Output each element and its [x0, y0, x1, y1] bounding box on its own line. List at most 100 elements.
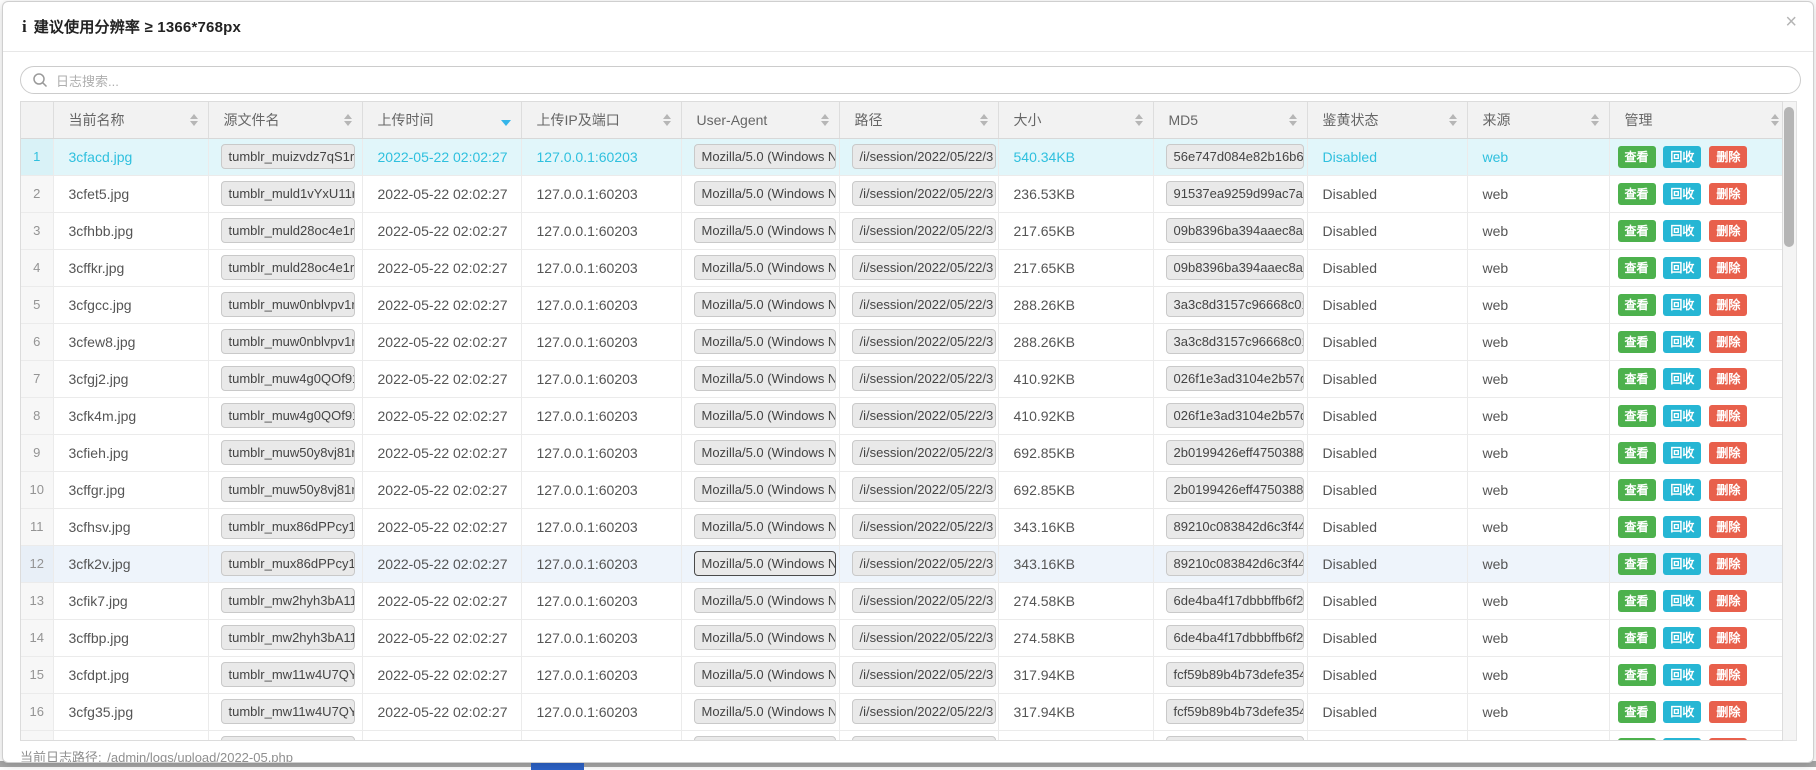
column-header[interactable]: 鉴黄状态: [1307, 102, 1467, 138]
recycle-button[interactable]: 回收: [1663, 627, 1701, 649]
file-path-box[interactable]: /i/session/2022/05/22/3: [852, 329, 996, 354]
source-file-box[interactable]: [221, 736, 355, 741]
scrollbar-thumb[interactable]: [1784, 107, 1794, 247]
file-path-box[interactable]: [852, 736, 996, 741]
delete-button[interactable]: 删除: [1709, 664, 1747, 686]
sort-icon[interactable]: [980, 114, 988, 126]
source-file-box[interactable]: tumblr_mw2hyh3bA11r: [221, 588, 355, 613]
delete-button[interactable]: 删除: [1709, 368, 1747, 390]
file-path-box[interactable]: /i/session/2022/05/22/3: [852, 625, 996, 650]
md5-box[interactable]: 2b0199426eff4750388: [1166, 477, 1304, 502]
table-row[interactable]: 15 3cfdpt.jpg tumblr_mw11w4U7QY1 2022-05…: [21, 656, 1783, 693]
md5-box[interactable]: 026f1e3ad3104e2b57d: [1166, 403, 1304, 428]
table-row[interactable]: 13 3cfik7.jpg tumblr_mw2hyh3bA11r 2022-0…: [21, 582, 1783, 619]
md5-box[interactable]: 56e747d084e82b16b67: [1166, 144, 1304, 169]
user-agent-box[interactable]: Mozilla/5.0 (Windows N: [694, 662, 836, 687]
sort-icon[interactable]: [1135, 114, 1143, 126]
view-button[interactable]: 查看: [1618, 368, 1656, 390]
delete-button[interactable]: 删除: [1709, 146, 1747, 168]
table-scrollbar[interactable]: [1783, 101, 1797, 741]
file-path-box[interactable]: /i/session/2022/05/22/3: [852, 551, 996, 576]
file-path-box[interactable]: /i/session/2022/05/22/3: [852, 292, 996, 317]
view-button[interactable]: 查看: [1618, 627, 1656, 649]
md5-box[interactable]: [1166, 736, 1304, 741]
source-file-box[interactable]: tumblr_muw50y8vj81r2: [221, 477, 355, 502]
file-path-box[interactable]: /i/session/2022/05/22/3: [852, 662, 996, 687]
table-row[interactable]: 11 3cfhsv.jpg tumblr_mux86dPPcy1r 2022-0…: [21, 508, 1783, 545]
column-header[interactable]: 当前名称: [53, 102, 208, 138]
recycle-button[interactable]: 回收: [1663, 257, 1701, 279]
sort-icon[interactable]: [344, 114, 352, 126]
delete-button[interactable]: 删除: [1709, 257, 1747, 279]
source-file-box[interactable]: tumblr_muw4g0QOf91r: [221, 366, 355, 391]
md5-box[interactable]: 89210c083842d6c3f44: [1166, 514, 1304, 539]
sort-icon[interactable]: [1449, 114, 1457, 126]
recycle-button[interactable]: 回收: [1663, 220, 1701, 242]
delete-button[interactable]: 删除: [1709, 183, 1747, 205]
md5-box[interactable]: 6de4ba4f17dbbbffb6f2: [1166, 588, 1304, 613]
md5-box[interactable]: 3a3c8d3157c96668c01: [1166, 292, 1304, 317]
file-path-box[interactable]: /i/session/2022/05/22/3: [852, 144, 996, 169]
table-row[interactable]: 8 3cfk4m.jpg tumblr_muw4g0QOf91r 2022-05…: [21, 397, 1783, 434]
source-file-box[interactable]: tumblr_mw11w4U7QY1: [221, 699, 355, 724]
delete-button[interactable]: 删除: [1709, 442, 1747, 464]
md5-box[interactable]: 09b8396ba394aaec8a8: [1166, 218, 1304, 243]
column-header[interactable]: MD5: [1153, 102, 1307, 138]
delete-button[interactable]: 删除: [1709, 627, 1747, 649]
delete-button[interactable]: 删除: [1709, 738, 1747, 742]
view-button[interactable]: 查看: [1618, 294, 1656, 316]
table-row[interactable]: 12 3cfk2v.jpg tumblr_mux86dPPcy1r 2022-0…: [21, 545, 1783, 582]
view-button[interactable]: 查看: [1618, 220, 1656, 242]
view-button[interactable]: 查看: [1618, 516, 1656, 538]
source-file-box[interactable]: tumblr_muw0nblvpv1r2: [221, 329, 355, 354]
file-path-box[interactable]: /i/session/2022/05/22/3: [852, 477, 996, 502]
table-row[interactable]: 7 3cfgj2.jpg tumblr_muw4g0QOf91r 2022-05…: [21, 360, 1783, 397]
source-file-box[interactable]: tumblr_mw2hyh3bA11r: [221, 625, 355, 650]
md5-box[interactable]: 91537ea9259d99ac7a1: [1166, 181, 1304, 206]
view-button[interactable]: 查看: [1618, 257, 1656, 279]
table-row[interactable]: 14 3cffbp.jpg tumblr_mw2hyh3bA11r 2022-0…: [21, 619, 1783, 656]
table-row[interactable]: 4 3cffkr.jpg tumblr_muld28oc4e1r2 2022-0…: [21, 249, 1783, 286]
file-path-box[interactable]: /i/session/2022/05/22/3: [852, 403, 996, 428]
view-button[interactable]: 查看: [1618, 664, 1656, 686]
table-row[interactable]: 查看 回收 删除: [21, 730, 1783, 741]
table-row[interactable]: 9 3cfieh.jpg tumblr_muw50y8vj81r2 2022-0…: [21, 434, 1783, 471]
delete-button[interactable]: 删除: [1709, 516, 1747, 538]
table-row[interactable]: 10 3cffgr.jpg tumblr_muw50y8vj81r2 2022-…: [21, 471, 1783, 508]
source-file-box[interactable]: tumblr_muw4g0QOf91r: [221, 403, 355, 428]
view-button[interactable]: 查看: [1618, 405, 1656, 427]
delete-button[interactable]: 删除: [1709, 220, 1747, 242]
recycle-button[interactable]: 回收: [1663, 553, 1701, 575]
recycle-button[interactable]: 回收: [1663, 442, 1701, 464]
user-agent-box[interactable]: Mozilla/5.0 (Windows N: [694, 699, 836, 724]
view-button[interactable]: 查看: [1618, 183, 1656, 205]
recycle-button[interactable]: 回收: [1663, 738, 1701, 742]
file-path-box[interactable]: /i/session/2022/05/22/3: [852, 181, 996, 206]
view-button[interactable]: 查看: [1618, 738, 1656, 742]
delete-button[interactable]: 删除: [1709, 479, 1747, 501]
file-path-box[interactable]: /i/session/2022/05/22/3: [852, 255, 996, 280]
user-agent-box[interactable]: Mozilla/5.0 (Windows N: [694, 181, 836, 206]
table-row[interactable]: 5 3cfgcc.jpg tumblr_muw0nblvpv1r2 2022-0…: [21, 286, 1783, 323]
delete-button[interactable]: 删除: [1709, 590, 1747, 612]
sort-icon[interactable]: [190, 114, 198, 126]
file-path-box[interactable]: /i/session/2022/05/22/3: [852, 514, 996, 539]
file-path-box[interactable]: /i/session/2022/05/22/3: [852, 218, 996, 243]
table-row[interactable]: 16 3cfg35.jpg tumblr_mw11w4U7QY1 2022-05…: [21, 693, 1783, 730]
user-agent-box[interactable]: Mozilla/5.0 (Windows N: [694, 625, 836, 650]
sort-icon[interactable]: [1771, 114, 1779, 126]
recycle-button[interactable]: 回收: [1663, 479, 1701, 501]
column-header[interactable]: User-Agent: [681, 102, 839, 138]
view-button[interactable]: 查看: [1618, 553, 1656, 575]
recycle-button[interactable]: 回收: [1663, 590, 1701, 612]
md5-box[interactable]: fcf59b89b4b73defe354: [1166, 699, 1304, 724]
md5-box[interactable]: 2b0199426eff4750388: [1166, 440, 1304, 465]
recycle-button[interactable]: 回收: [1663, 405, 1701, 427]
source-file-box[interactable]: tumblr_mux86dPPcy1r: [221, 551, 355, 576]
view-button[interactable]: 查看: [1618, 146, 1656, 168]
sort-icon[interactable]: [1591, 114, 1599, 126]
source-file-box[interactable]: tumblr_mw11w4U7QY1: [221, 662, 355, 687]
user-agent-box[interactable]: [694, 736, 836, 741]
table-row[interactable]: 2 3cfet5.jpg tumblr_muld1vYxU11r2 2022-0…: [21, 175, 1783, 212]
recycle-button[interactable]: 回收: [1663, 701, 1701, 723]
